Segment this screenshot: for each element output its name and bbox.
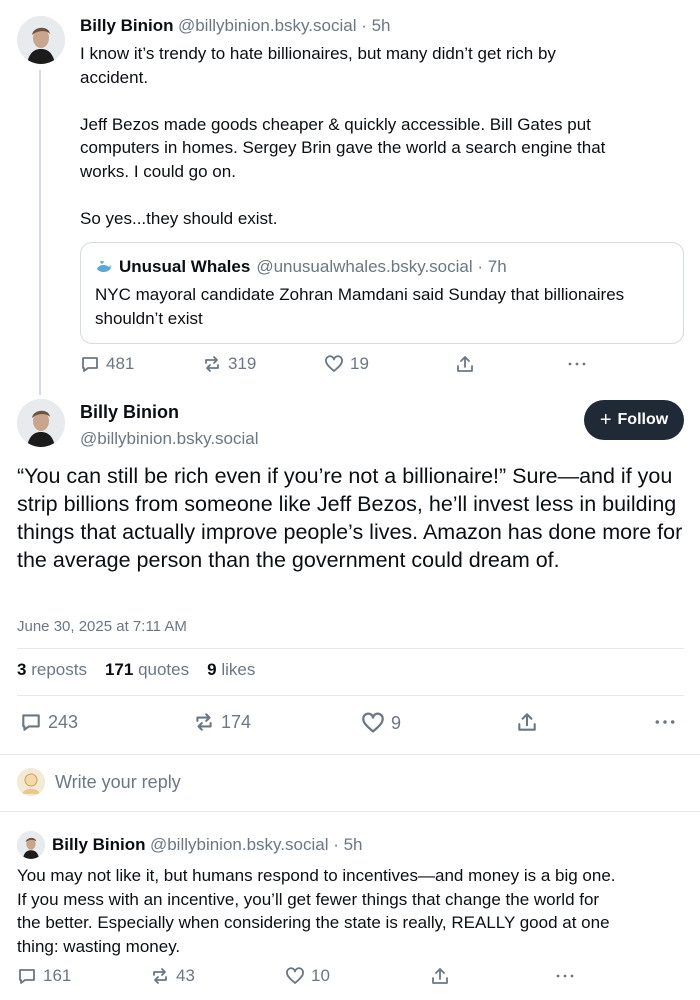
reply-count: 161 [43, 966, 72, 985]
like-count: 19 [350, 354, 369, 373]
avatar-image [17, 768, 45, 796]
divider [0, 811, 700, 812]
divider [17, 648, 684, 649]
more-options-button[interactable] [652, 711, 678, 733]
main-author-handle[interactable]: @billybinion.bsky.social [80, 429, 259, 449]
reply-author-name[interactable]: Billy Binion [52, 835, 146, 854]
post-text: I know it’s trendy to hate billionaires,… [80, 44, 606, 228]
main-author-name[interactable]: Billy Binion [80, 402, 259, 423]
thread-line [39, 70, 41, 395]
likes-stat[interactable]: 9 likes [207, 660, 255, 680]
divider [0, 754, 700, 755]
current-user-avatar [17, 768, 45, 796]
heart-icon [286, 967, 304, 984]
repost-arrows-icon [153, 968, 167, 984]
quote-handle-time: @unusualwhales.bsky.social · 7h [256, 257, 507, 276]
reply-button[interactable]: 243 [20, 711, 78, 733]
like-button[interactable]: 19 [324, 354, 369, 374]
reposts-stat[interactable]: 3 reposts [17, 660, 87, 680]
main-author-block: Billy Binion @billybinion.bsky.social [80, 402, 259, 449]
quote-header: Unusual Whales @unusualwhales.bsky.socia… [95, 257, 507, 277]
quote-text: NYC mayoral candidate Zohran Mamdani sai… [95, 285, 625, 328]
share-button[interactable] [430, 966, 450, 986]
main-avatar[interactable] [17, 399, 65, 447]
share-button[interactable] [516, 711, 538, 733]
share-upload-icon [518, 713, 536, 731]
ellipsis-icon [655, 720, 675, 724]
repost-button[interactable]: 319 [202, 354, 256, 374]
share-upload-icon [457, 356, 473, 372]
repost-count: 319 [228, 354, 257, 373]
post-date[interactable]: June 30, 2025 at 7:11 AM [17, 618, 187, 635]
reply-text: You may not like it, but humans respond … [17, 866, 616, 956]
speech-bubble-icon [22, 714, 40, 731]
reply-placeholder[interactable]: Write your reply [55, 772, 181, 793]
quotes-stat[interactable]: 171 quotes [105, 660, 189, 680]
avatar-image [17, 16, 65, 64]
like-button[interactable]: 9 [361, 711, 401, 735]
author-name[interactable]: Billy Binion [80, 16, 174, 35]
reply-count: 481 [106, 354, 135, 373]
more-options-button[interactable] [566, 354, 588, 374]
ellipsis-icon [568, 362, 586, 366]
follow-label: Follow [617, 411, 669, 428]
speech-bubble-icon [19, 969, 35, 984]
more-options-button[interactable] [554, 966, 576, 986]
like-count: 9 [391, 712, 402, 733]
repost-count: 174 [221, 711, 252, 732]
avatar[interactable] [17, 16, 65, 64]
repost-arrows-icon [196, 713, 212, 731]
reply-count: 243 [48, 711, 79, 732]
follow-button[interactable]: + Follow [584, 400, 684, 440]
divider [17, 695, 684, 696]
post-stats: 3 reposts 171 quotes 9 likes [17, 660, 255, 680]
reply-button[interactable]: 161 [17, 966, 71, 986]
author-handle-time[interactable]: @billybinion.bsky.social · 5h [178, 16, 391, 35]
share-upload-icon [432, 968, 448, 984]
like-count: 10 [311, 966, 330, 985]
repost-button[interactable]: 43 [150, 966, 195, 986]
heart-icon [325, 355, 343, 372]
like-button[interactable]: 10 [285, 966, 330, 986]
repost-count: 43 [176, 966, 195, 985]
repost-arrows-icon [205, 356, 219, 372]
whale-icon [95, 258, 113, 276]
avatar-image [17, 399, 65, 447]
share-button[interactable] [455, 354, 475, 374]
reply-avatar[interactable] [17, 831, 45, 859]
quote-author-name: Unusual Whales [119, 257, 251, 276]
main-post-text: “You can still be rich even if you’re no… [17, 464, 683, 572]
heart-icon [362, 712, 384, 733]
quote-card[interactable]: Unusual Whales @unusualwhales.bsky.socia… [80, 242, 684, 344]
reply-header: Billy Binion @billybinion.bsky.social · … [52, 835, 363, 855]
ellipsis-icon [556, 974, 574, 978]
speech-bubble-icon [82, 357, 98, 372]
post-header: Billy Binion @billybinion.bsky.social · … [80, 16, 391, 36]
avatar-image [17, 831, 45, 859]
plus-icon: + [599, 409, 612, 431]
repost-button[interactable]: 174 [193, 711, 251, 733]
reply-composer[interactable]: Write your reply [17, 768, 181, 796]
reply-handle-time[interactable]: @billybinion.bsky.social · 5h [150, 835, 363, 854]
reply-button[interactable]: 481 [80, 354, 134, 374]
